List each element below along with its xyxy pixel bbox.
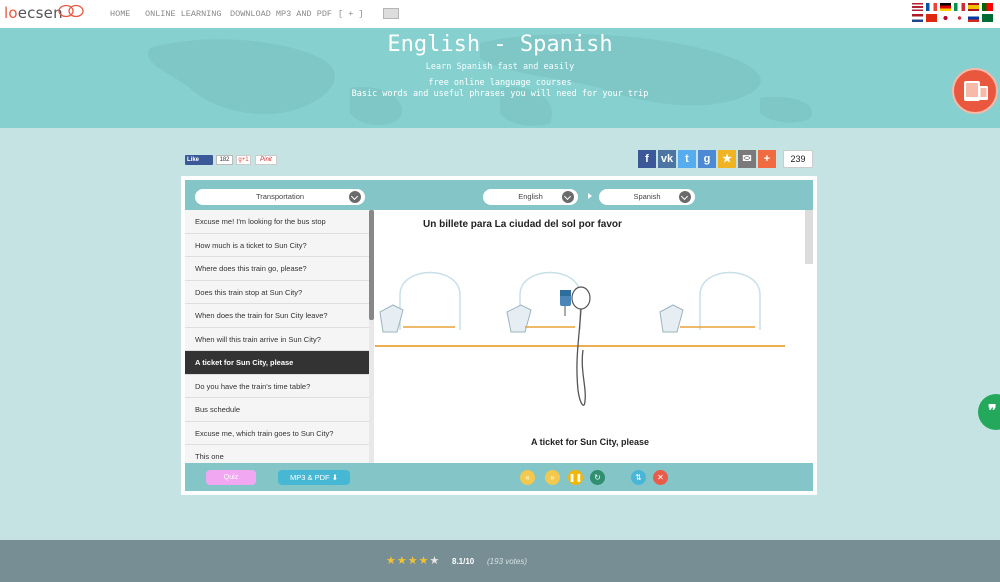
mail-icon[interactable]: ✉ [738, 150, 756, 168]
scrollbar-thumb[interactable] [369, 210, 374, 320]
star-icon[interactable]: ★ [386, 556, 396, 567]
facebook-like-count: 182 [216, 155, 233, 165]
facebook-like-button[interactable]: Like [185, 155, 213, 165]
list-item[interactable]: A ticket for Sun City, please [185, 351, 369, 375]
share-buttons: f vk t g ★ ✉ + [638, 150, 776, 168]
list-item[interactable]: When will this train arrive in Sun City? [185, 327, 369, 351]
star-icon[interactable]: ★ [419, 556, 429, 567]
star-icon[interactable]: ★ [430, 556, 440, 567]
phrasebook-panel: Transportation English Spanish Excuse me… [181, 176, 817, 495]
flag-germany-icon[interactable] [940, 3, 951, 11]
arrow-right-icon [588, 193, 592, 199]
nav-more[interactable]: [ + ] [338, 9, 378, 19]
mp3-pdf-download-button[interactable]: MP3 & PDF ⬇ [278, 470, 350, 485]
mobile-app-icon[interactable] [952, 68, 998, 114]
player-controls-bar: Quiz MP3 & PDF ⬇ « » ❚❚ ↻ ⇅ ✕ [185, 463, 813, 491]
site-logo[interactable]: loecsen [4, 4, 63, 22]
plus-icon[interactable]: + [758, 150, 776, 168]
devices-icon [964, 81, 988, 101]
flag-japan-icon[interactable] [940, 14, 951, 22]
target-phrase: Un billete para La ciudad del sol por fa… [423, 219, 622, 230]
fast-forward-icon[interactable]: » [545, 470, 560, 485]
logo-bubble-icon [58, 4, 84, 18]
list-item[interactable]: This one [185, 445, 369, 463]
mail-icon[interactable] [383, 8, 399, 19]
google-icon[interactable]: g [698, 150, 716, 168]
category-label: Transportation [255, 192, 305, 201]
flag-portugal-icon[interactable] [982, 3, 993, 11]
hero-description: Basic words and useful phrases you will … [351, 89, 649, 99]
list-item[interactable]: How much is a ticket to Sun City? [185, 233, 369, 257]
swap-icon[interactable]: ⇅ [631, 470, 646, 485]
list-item[interactable]: Excuse me, which train goes to Sun City? [185, 421, 369, 445]
rating-stars[interactable]: ★ ★ ★ ★ ★ [386, 556, 439, 567]
logo-prefix: lo [4, 4, 18, 22]
rating-votes: (193 votes) [487, 557, 528, 566]
star-icon[interactable]: ★ [408, 556, 418, 567]
flag-china-icon[interactable] [926, 14, 937, 22]
share-count: 239 [783, 150, 813, 168]
flag-russia-icon[interactable] [968, 14, 979, 22]
mp3-pdf-label: MP3 & PDF [290, 473, 330, 482]
chat-widget-button[interactable]: ❞ [978, 394, 1000, 430]
vk-icon[interactable]: vk [658, 150, 676, 168]
quiz-button[interactable]: Quiz [206, 470, 256, 485]
flag-france-icon[interactable] [926, 3, 937, 11]
quote-icon: ❞ [988, 403, 997, 420]
nav-online-learning[interactable]: ONLINE LEARNING [145, 9, 230, 19]
category-select[interactable]: Transportation [195, 189, 365, 205]
hero-tagline: free online language courses [428, 78, 572, 88]
flag-korea-icon[interactable] [954, 14, 965, 22]
hero-subtitle: Learn Spanish fast and easily [425, 62, 575, 72]
flag-spain-icon[interactable] [968, 3, 979, 11]
download-arrow-icon: ⬇ [331, 473, 338, 482]
top-navigation-bar: loecsen HOME ONLINE LEARNING DOWNLOAD MP… [0, 0, 1000, 28]
chevron-down-icon [349, 191, 361, 203]
rating-score: 8.1/10 [452, 557, 475, 566]
lesson-stage: Un billete para La ciudad del sol por fa… [375, 210, 813, 463]
list-item[interactable]: Where does this train go, please? [185, 257, 369, 281]
facebook-like-label: Like [187, 157, 200, 163]
twitter-icon[interactable]: t [678, 150, 696, 168]
phrase-list: Excuse me! I'm looking for the bus stop H… [185, 210, 369, 463]
pause-icon[interactable]: ❚❚ [568, 470, 583, 485]
from-language-select[interactable]: English [483, 189, 578, 205]
facebook-icon[interactable]: f [638, 150, 656, 168]
nav-download[interactable]: DOWNLOAD MP3 AND PDF [230, 9, 338, 19]
stage-scrollbar[interactable] [805, 210, 813, 264]
nav-home[interactable]: HOME [110, 9, 145, 19]
list-item[interactable]: Excuse me! I'm looking for the bus stop [185, 210, 369, 234]
list-item[interactable]: Bus schedule [185, 398, 369, 422]
list-item[interactable]: Does this train stop at Sun City? [185, 280, 369, 304]
language-flags [912, 3, 998, 22]
main-nav: HOME ONLINE LEARNING DOWNLOAD MP3 AND PD… [110, 9, 378, 19]
page-footer: ★ ★ ★ ★ ★ 8.1/10 (193 votes) [0, 540, 1000, 582]
page-title: English - Spanish [387, 32, 613, 57]
shuffle-icon[interactable]: ✕ [653, 470, 668, 485]
chevron-down-icon [562, 191, 574, 203]
train-station-illustration [375, 271, 785, 406]
to-language-select[interactable]: Spanish [599, 189, 695, 205]
source-phrase: A ticket for Sun City, please [530, 437, 650, 447]
flag-us-icon[interactable] [912, 3, 923, 11]
pinterest-button[interactable]: Pinit [255, 155, 277, 165]
chevron-down-icon [679, 191, 691, 203]
flag-netherlands-icon[interactable] [912, 14, 923, 22]
google-plus-button[interactable]: g+1 [236, 155, 251, 165]
flag-arabic-icon[interactable] [982, 14, 993, 22]
repeat-icon[interactable]: ↻ [590, 470, 605, 485]
hero-banner: English - Spanish Learn Spanish fast and… [0, 28, 1000, 128]
rewind-icon[interactable]: « [520, 470, 535, 485]
phrase-list-scrollbar[interactable] [369, 210, 374, 463]
panel-header: Transportation English Spanish [185, 180, 813, 210]
star-icon[interactable]: ★ [397, 556, 407, 567]
logo-text: ecsen [17, 4, 63, 22]
flag-italy-icon[interactable] [954, 3, 965, 11]
star-icon[interactable]: ★ [718, 150, 736, 168]
list-item[interactable]: Do you have the train's time table? [185, 374, 369, 398]
list-item[interactable]: When does the train for Sun City leave? [185, 304, 369, 328]
